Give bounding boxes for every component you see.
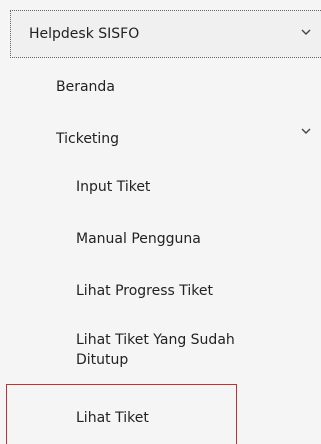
submenu-item-lihat-tiket[interactable]: Lihat Tiket	[6, 384, 237, 444]
submenu-item-label: Lihat Tiket	[76, 410, 149, 426]
submenu-item-label: Input Tiket	[76, 179, 151, 195]
menu-root-label: Helpdesk SISFO	[29, 26, 140, 42]
submenu-item-lihat-progress-tiket[interactable]: Lihat Progress Tiket	[0, 274, 321, 310]
submenu-item-label: Lihat Tiket Yang Sudah Ditutup	[76, 332, 235, 368]
chevron-down-icon[interactable]	[300, 27, 312, 37]
submenu-item-label: Manual Pengguna	[76, 231, 201, 247]
chevron-down-icon[interactable]	[300, 126, 312, 136]
submenu-item-label: Lihat Progress Tiket	[76, 283, 213, 299]
submenu-item-lihat-tiket-ditutup[interactable]: Lihat Tiket Yang Sudah Ditutup	[0, 326, 321, 378]
submenu-item-input-tiket[interactable]: Input Tiket	[0, 170, 321, 206]
menu-item-ticketing[interactable]: Ticketing	[0, 120, 321, 156]
menu-item-label: Beranda	[56, 79, 115, 95]
menu-root-helpdesk[interactable]: Helpdesk SISFO	[10, 10, 321, 58]
submenu-item-manual-pengguna[interactable]: Manual Pengguna	[0, 222, 321, 258]
sidebar-nav: Helpdesk SISFO Beranda Ticketing Input T…	[0, 0, 321, 444]
menu-item-label: Ticketing	[56, 131, 120, 147]
menu-item-beranda[interactable]: Beranda	[0, 70, 321, 106]
